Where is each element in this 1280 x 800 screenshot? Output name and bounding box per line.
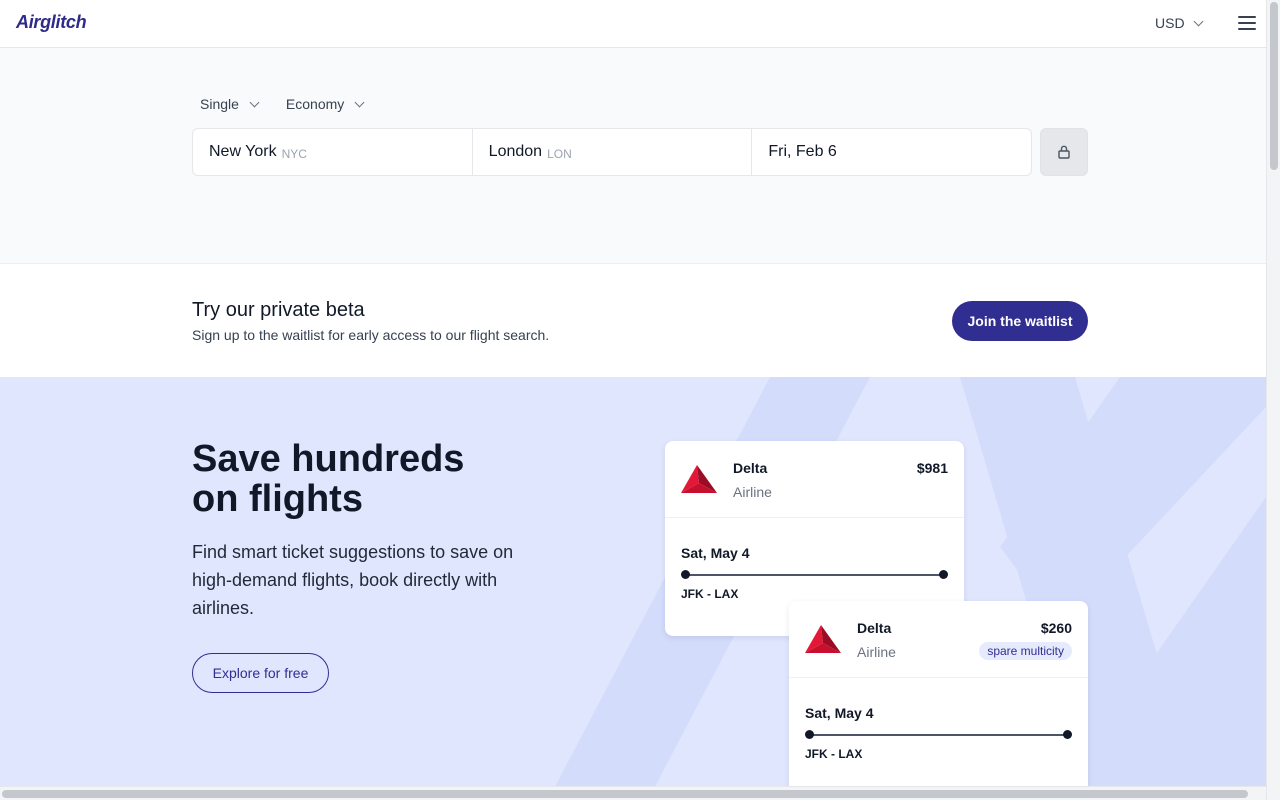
chevron-down-icon [1193,16,1204,26]
lock-icon [1058,145,1070,159]
fare-tag-badge: spare multicity [979,642,1072,660]
currency-selector[interactable]: USD [1155,15,1204,31]
hamburger-menu-icon[interactable] [1238,16,1256,30]
route-line [809,734,1067,736]
hero-section: Save hundreds on flights Find smart tick… [0,377,1266,800]
airline-name: Delta [733,460,768,476]
flight-route: JFK - LAX [805,747,863,761]
search-options: Single Economy [200,96,365,112]
hero-title: Save hundreds on flights [192,439,464,519]
date-field[interactable]: Fri, Feb 6 [752,129,1031,175]
explore-button[interactable]: Explore for free [192,653,329,693]
beta-title: Try our private beta [192,299,365,321]
search-lock-button[interactable] [1040,128,1088,176]
trip-type-dropdown[interactable]: Single [200,96,260,112]
flight-price: $260 [1040,620,1072,636]
delta-logo-icon [805,625,841,653]
flight-card-header: Delta Airline $260 spare multicity [789,601,1088,678]
cabin-class-dropdown[interactable]: Economy [285,96,365,112]
departure-date: Fri, Feb 6 [768,143,837,160]
origin-field[interactable]: New York NYC [193,129,473,175]
top-header: Airglitch USD [0,0,1266,48]
beta-subtitle: Sign up to the waitlist for early access… [192,327,550,343]
flight-date: Sat, May 4 [681,545,750,561]
route-end-dot [939,570,948,579]
flight-card-header: Delta Airline $981 [665,441,964,518]
search-section: Single Economy New York NYC London LON F… [0,48,1266,264]
vertical-scrollbar-thumb[interactable] [1270,2,1278,170]
origin-code: NYC [281,146,307,161]
hero-title-line2: on flights [192,478,363,520]
airline-type: Airline [733,484,772,500]
beta-banner: Try our private beta Sign up to the wait… [0,265,1266,377]
hero-title-line1: Save hundreds [192,438,465,480]
currency-label: USD [1155,15,1185,31]
origin-city: New York [209,143,277,160]
flight-price: $981 [916,460,948,476]
vertical-scrollbar[interactable] [1266,0,1280,800]
horizontal-scrollbar[interactable] [0,786,1266,800]
cabin-class-label: Economy [285,96,345,112]
horizontal-scrollbar-thumb[interactable] [2,790,1248,798]
flight-date: Sat, May 4 [805,705,874,721]
destination-city: London [488,143,543,160]
flight-route: JFK - LAX [681,587,739,601]
hero-description: Find smart ticket suggestions to save on… [192,542,514,618]
join-waitlist-button[interactable]: Join the waitlist [952,301,1088,341]
airline-type: Airline [857,644,896,660]
route-end-dot [1063,730,1072,739]
delta-logo-icon [681,465,717,493]
route-start-dot [805,730,814,739]
flight-card[interactable]: Delta Airline $260 spare multicity Sat, … [789,601,1088,800]
trip-type-label: Single [200,96,239,112]
destination-field[interactable]: London LON [473,129,753,175]
chevron-down-icon [249,97,260,107]
route-start-dot [681,570,690,579]
chevron-down-icon [354,97,365,107]
route-line [685,574,943,576]
brand-logo[interactable]: Airglitch [16,12,87,33]
destination-code: LON [547,146,572,161]
airline-name: Delta [857,620,892,636]
search-bar: New York NYC London LON Fri, Feb 6 [192,128,1032,176]
